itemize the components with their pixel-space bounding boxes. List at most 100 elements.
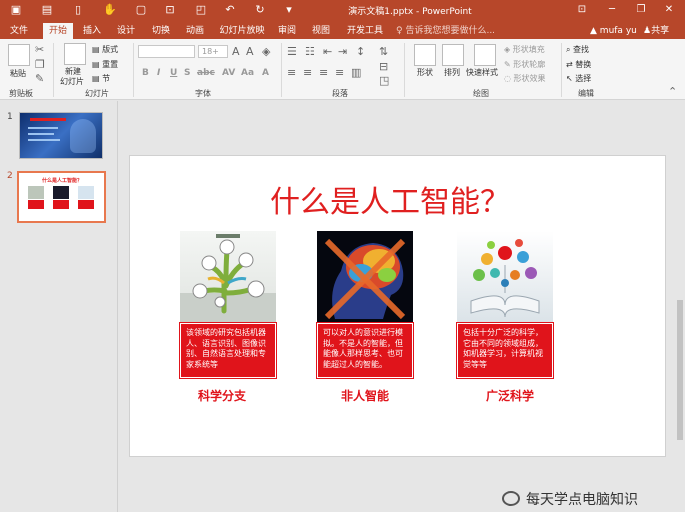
format-painter-icon[interactable]: ✎ [35,73,44,85]
arrange-label[interactable]: 排列 [444,67,460,78]
slide-thumbnail-2[interactable]: 什么是人工智能？ [17,171,106,223]
font-name-combo[interactable] [138,45,195,58]
numbering-icon[interactable]: ☷ [305,46,315,58]
align-center-icon[interactable]: ≡ [303,67,312,79]
paste-icon[interactable] [8,44,30,66]
tell-me-box[interactable]: ♀ 告诉我您想要做什么... [396,23,495,39]
shape-fill-button[interactable]: ◈ 形状填充 [504,44,545,55]
user-account[interactable]: ▲ mufa yu [590,23,637,39]
share-button[interactable]: ♟共享 [643,23,669,39]
new-slide-icon[interactable] [64,43,86,65]
replace-button[interactable]: ⇄ 替换 [566,59,591,70]
align-text-icon[interactable]: ⊟ [379,61,388,73]
tab-view[interactable]: 视图 [309,23,333,39]
find-button[interactable]: ⌕ 查找 [566,44,589,55]
save-icon[interactable]: ▤ [40,3,54,17]
slide-thumbnail-1[interactable] [19,112,103,159]
cut-icon[interactable]: ✂ [35,44,44,56]
maximize-icon[interactable]: ❐ [634,3,648,17]
tab-developer[interactable]: 开发工具 [345,23,385,39]
wechat-icon [502,491,520,506]
clear-format-icon[interactable]: ◈ [262,46,270,58]
columns-icon[interactable]: ▥ [351,67,361,79]
quick-styles-icon[interactable] [474,44,496,66]
ribbon-display-icon[interactable]: ⊡ [575,3,589,17]
arrange-icon[interactable] [442,44,464,66]
thumb-head-image [70,119,96,153]
card-text-broad-science[interactable]: 包括十分广泛的科学，它由不同的领域组成，如机器学习，计算机视觉等等 [456,322,554,379]
section-button[interactable]: ▤ 节 [92,73,110,84]
smartart-icon[interactable]: ◳ [379,75,389,87]
card-image-non-human[interactable] [317,231,413,323]
change-case-icon[interactable]: Aa [241,68,254,78]
tab-file[interactable]: 文件 [6,23,32,39]
char-spacing-icon[interactable]: AV [222,68,235,78]
shrink-font-icon[interactable]: A [246,46,254,58]
effects-icon: ◌ [504,74,514,83]
touch-mode-icon[interactable]: ✋ [103,3,117,17]
card-caption-non-human[interactable]: 非人智能 [317,387,413,404]
shadow-icon[interactable]: S [184,68,190,78]
line-spacing-icon[interactable]: ↕ [356,46,365,58]
reset-button[interactable]: ▤ 重置 [92,59,118,70]
tab-transitions[interactable]: 切换 [149,23,173,39]
card-text-non-human[interactable]: 可以对人的意识进行模拟。不是人的智能，但能像人那样思考、也可能超过人的智能。 [316,322,414,379]
shape-outline-button[interactable]: ✎ 形状轮廓 [504,59,545,70]
format-painter-qa-icon[interactable]: ◰ [194,3,208,17]
slide-canvas[interactable]: 什么是人工智能？ 该领域的研究包括机器人、语言识别、图像识别、自然语言处理和专家… [129,155,666,457]
tab-animations[interactable]: 动画 [183,23,207,39]
decrease-indent-icon[interactable]: ⇤ [323,46,332,58]
slide-title[interactable]: 什么是人工智能？ [190,177,590,221]
shape-effects-button[interactable]: ◌ 形状效果 [504,73,546,84]
tab-insert[interactable]: 插入 [80,23,104,39]
spellcheck-icon[interactable]: ⊡ [163,3,177,17]
card-image-science-branch[interactable] [180,231,276,323]
ribbon-tabs: 文件 开始 插入 设计 切换 动画 幻灯片放映 审阅 视图 开发工具 ♀ 告诉我… [0,21,685,39]
bullets-icon[interactable]: ☰ [287,46,297,58]
ribbon-home: 粘贴 ✂ ❐ ✎ 剪贴板 新建 幻灯片 ▤ 版式 ▤ 重置 ▤ 节 幻灯片 18… [0,39,685,100]
tab-design[interactable]: 设计 [114,23,138,39]
italic-icon[interactable]: I [157,68,160,78]
increase-indent-icon[interactable]: ⇥ [338,46,347,58]
shapes-label[interactable]: 形状 [417,67,433,78]
align-left-icon[interactable]: ≡ [287,67,296,79]
powerpoint-window: ▣ ▤ ▯ ✋ ▢ ⊡ ◰ ↶ ↻ ▾ 演示文稿1.pptx - PowerPo… [0,0,685,512]
new-file-icon[interactable]: ▯ [71,3,85,17]
thumb-line [28,139,60,141]
card-caption-broad-science[interactable]: 广泛科学 [462,387,558,404]
copy-icon[interactable]: ❐ [35,59,45,71]
tab-home[interactable]: 开始 [43,23,73,39]
font-color-icon[interactable]: A [262,68,269,78]
scrollbar-thumb[interactable] [677,300,683,440]
card-caption-science-branch[interactable]: 科学分支 [174,387,270,404]
shapes-icon[interactable] [414,44,436,66]
redo-icon[interactable]: ↻ [253,3,267,17]
quick-styles-label[interactable]: 快速样式 [466,67,498,78]
text-direction-icon[interactable]: ⇅ [379,46,388,58]
justify-icon[interactable]: ≡ [335,67,344,79]
paste-label[interactable]: 粘贴 [10,68,26,79]
select-button[interactable]: ↖ 选择 [566,73,591,84]
align-right-icon[interactable]: ≡ [319,67,328,79]
close-icon[interactable]: ✕ [662,3,676,17]
collapse-ribbon-icon[interactable]: ⌃ [668,86,677,98]
font-size-combo[interactable]: 18+ [198,45,228,58]
card-image-broad-science[interactable] [457,231,553,323]
strikethrough-icon[interactable]: abc [197,68,215,78]
customize-toolbar-icon[interactable]: ▾ [282,3,296,17]
tab-review[interactable]: 审阅 [275,23,299,39]
minimize-icon[interactable]: ─ [605,3,619,17]
divider [281,43,282,97]
person-icon: ♟ [643,26,652,36]
tab-slideshow[interactable]: 幻灯片放映 [218,23,266,39]
thumb-text-block [53,200,69,209]
app-icon[interactable]: ▣ [9,3,23,17]
underline-icon[interactable]: U [170,68,177,78]
undo-icon[interactable]: ↶ [223,3,237,17]
card-text-science-branch[interactable]: 该领域的研究包括机器人、语言识别、图像识别、自然语言处理和专家系统等 [179,322,277,379]
start-slideshow-icon[interactable]: ▢ [134,3,148,17]
layout-button[interactable]: ▤ 版式 [92,44,118,55]
new-slide-label-2[interactable]: 幻灯片 [60,76,84,87]
grow-font-icon[interactable]: A [232,46,240,58]
bold-icon[interactable]: B [142,68,149,78]
